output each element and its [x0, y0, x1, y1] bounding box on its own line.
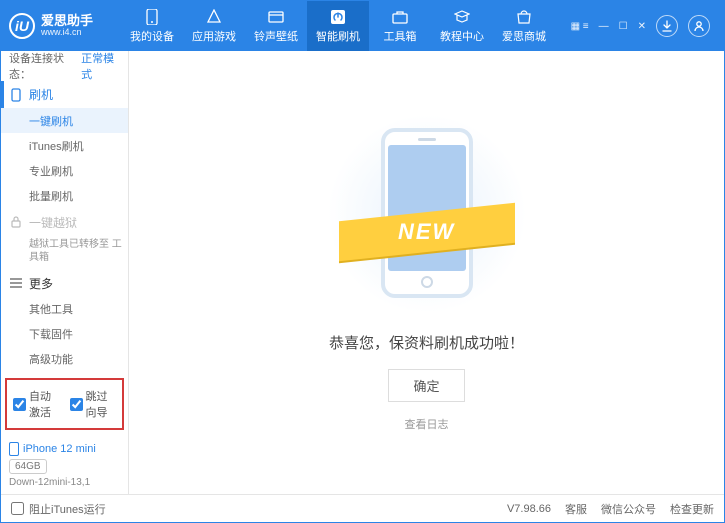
wechat-link[interactable]: 微信公众号	[601, 501, 656, 517]
sidebar-item-pro-flash[interactable]: 专业刷机	[1, 158, 128, 183]
toolbox-icon	[392, 9, 408, 25]
nav-flash[interactable]: 智能刷机	[307, 1, 369, 51]
skip-guide-checkbox[interactable]: 跳过向导	[70, 388, 117, 420]
success-message: 恭喜您，保资料刷机成功啦！	[329, 332, 524, 353]
device-name: iPhone 12 mini	[9, 442, 120, 456]
section-flash[interactable]: 刷机	[1, 81, 128, 108]
success-illustration: NEW	[357, 114, 497, 314]
main-panel: NEW 恭喜您，保资料刷机成功啦！ 确定 查看日志	[129, 51, 724, 494]
logo-icon: iU	[9, 13, 35, 39]
brand-logo: iU 爱思助手 www.i4.cn	[9, 13, 121, 39]
minimize-button[interactable]: —	[599, 21, 609, 32]
auto-activate-checkbox[interactable]: 自动激活	[13, 388, 60, 420]
section-more[interactable]: 更多	[1, 270, 128, 297]
nav-label: 教程中心	[440, 28, 484, 44]
device-status: 设备连接状态： 正常模式	[1, 51, 128, 81]
status-label: 设备连接状态：	[9, 51, 77, 82]
nav-label: 工具箱	[384, 28, 417, 44]
section-title: 一键越狱	[29, 214, 77, 231]
brand-name: 爱思助手	[41, 14, 93, 28]
flash-icon	[330, 9, 346, 25]
nav-apps[interactable]: 应用游戏	[183, 1, 245, 51]
checkbox-label: 阻止iTunes运行	[29, 501, 106, 517]
device-details: Down-12mini-13,1	[9, 477, 120, 488]
titlebar: iU 爱思助手 www.i4.cn 我的设备 应用游戏 铃声壁纸 智能刷机	[1, 1, 724, 51]
tutorial-icon	[454, 9, 470, 25]
app-window: iU 爱思助手 www.i4.cn 我的设备 应用游戏 铃声壁纸 智能刷机	[0, 0, 725, 523]
window-controls: ▦ ≡ — ☐ ✕	[571, 15, 716, 37]
section-jailbreak: 一键越狱	[1, 209, 128, 236]
more-icon	[9, 276, 23, 290]
phone-icon	[144, 9, 160, 25]
download-button[interactable]	[656, 15, 678, 37]
body: 设备连接状态： 正常模式 刷机 一键刷机 iTunes刷机 专业刷机 批量刷机 …	[1, 51, 724, 494]
section-title: 更多	[29, 275, 53, 292]
nav-ringtones[interactable]: 铃声壁纸	[245, 1, 307, 51]
footer: 阻止iTunes运行 V7.98.66 客服 微信公众号 检查更新	[1, 494, 724, 522]
nav-label: 我的设备	[130, 28, 174, 44]
phone-small-icon	[9, 88, 23, 102]
menu-icon[interactable]: ▦ ≡	[571, 21, 589, 32]
sidebar-item-oneclick-flash[interactable]: 一键刷机	[1, 108, 128, 133]
version-label: V7.98.66	[507, 503, 551, 515]
apps-icon	[206, 9, 222, 25]
check-update-link[interactable]: 检查更新	[670, 501, 714, 517]
jailbreak-note: 越狱工具已转移至 工具箱	[1, 236, 128, 270]
nav-label: 爱思商城	[502, 28, 546, 44]
sidebar: 设备连接状态： 正常模式 刷机 一键刷机 iTunes刷机 专业刷机 批量刷机 …	[1, 51, 129, 494]
customer-service-link[interactable]: 客服	[565, 501, 587, 517]
nav-label: 智能刷机	[316, 28, 360, 44]
nav-label: 铃声壁纸	[254, 28, 298, 44]
sidebar-item-advanced[interactable]: 高级功能	[1, 347, 128, 372]
checkbox-label: 跳过向导	[86, 388, 117, 420]
close-button[interactable]: ✕	[638, 21, 646, 32]
nav-tutorials[interactable]: 教程中心	[431, 1, 493, 51]
status-value: 正常模式	[81, 51, 120, 82]
lock-icon	[9, 215, 23, 229]
options-highlight-box: 自动激活 跳过向导	[5, 378, 124, 430]
brand-url: www.i4.cn	[41, 28, 93, 38]
sidebar-item-other-tools[interactable]: 其他工具	[1, 297, 128, 322]
maximize-button[interactable]: ☐	[619, 21, 628, 32]
device-storage: 64GB	[9, 459, 47, 474]
view-log-link[interactable]: 查看日志	[405, 416, 449, 432]
sidebar-item-batch-flash[interactable]: 批量刷机	[1, 183, 128, 208]
user-button[interactable]	[688, 15, 710, 37]
sidebar-item-download-firmware[interactable]: 下载固件	[1, 322, 128, 347]
top-nav: 我的设备 应用游戏 铃声壁纸 智能刷机 工具箱 教程中心	[121, 1, 571, 51]
device-info-box[interactable]: iPhone 12 mini 64GB Down-12mini-13,1	[1, 436, 128, 494]
nav-toolbox[interactable]: 工具箱	[369, 1, 431, 51]
nav-store[interactable]: 爱思商城	[493, 1, 555, 51]
ringtone-icon	[268, 9, 284, 25]
nav-my-device[interactable]: 我的设备	[121, 1, 183, 51]
ok-button[interactable]: 确定	[388, 369, 464, 402]
store-icon	[516, 9, 532, 25]
nav-label: 应用游戏	[192, 28, 236, 44]
checkbox-label: 自动激活	[29, 388, 60, 420]
block-itunes-checkbox[interactable]: 阻止iTunes运行	[11, 501, 106, 517]
sidebar-item-itunes-flash[interactable]: iTunes刷机	[1, 133, 128, 158]
section-title: 刷机	[29, 86, 53, 103]
